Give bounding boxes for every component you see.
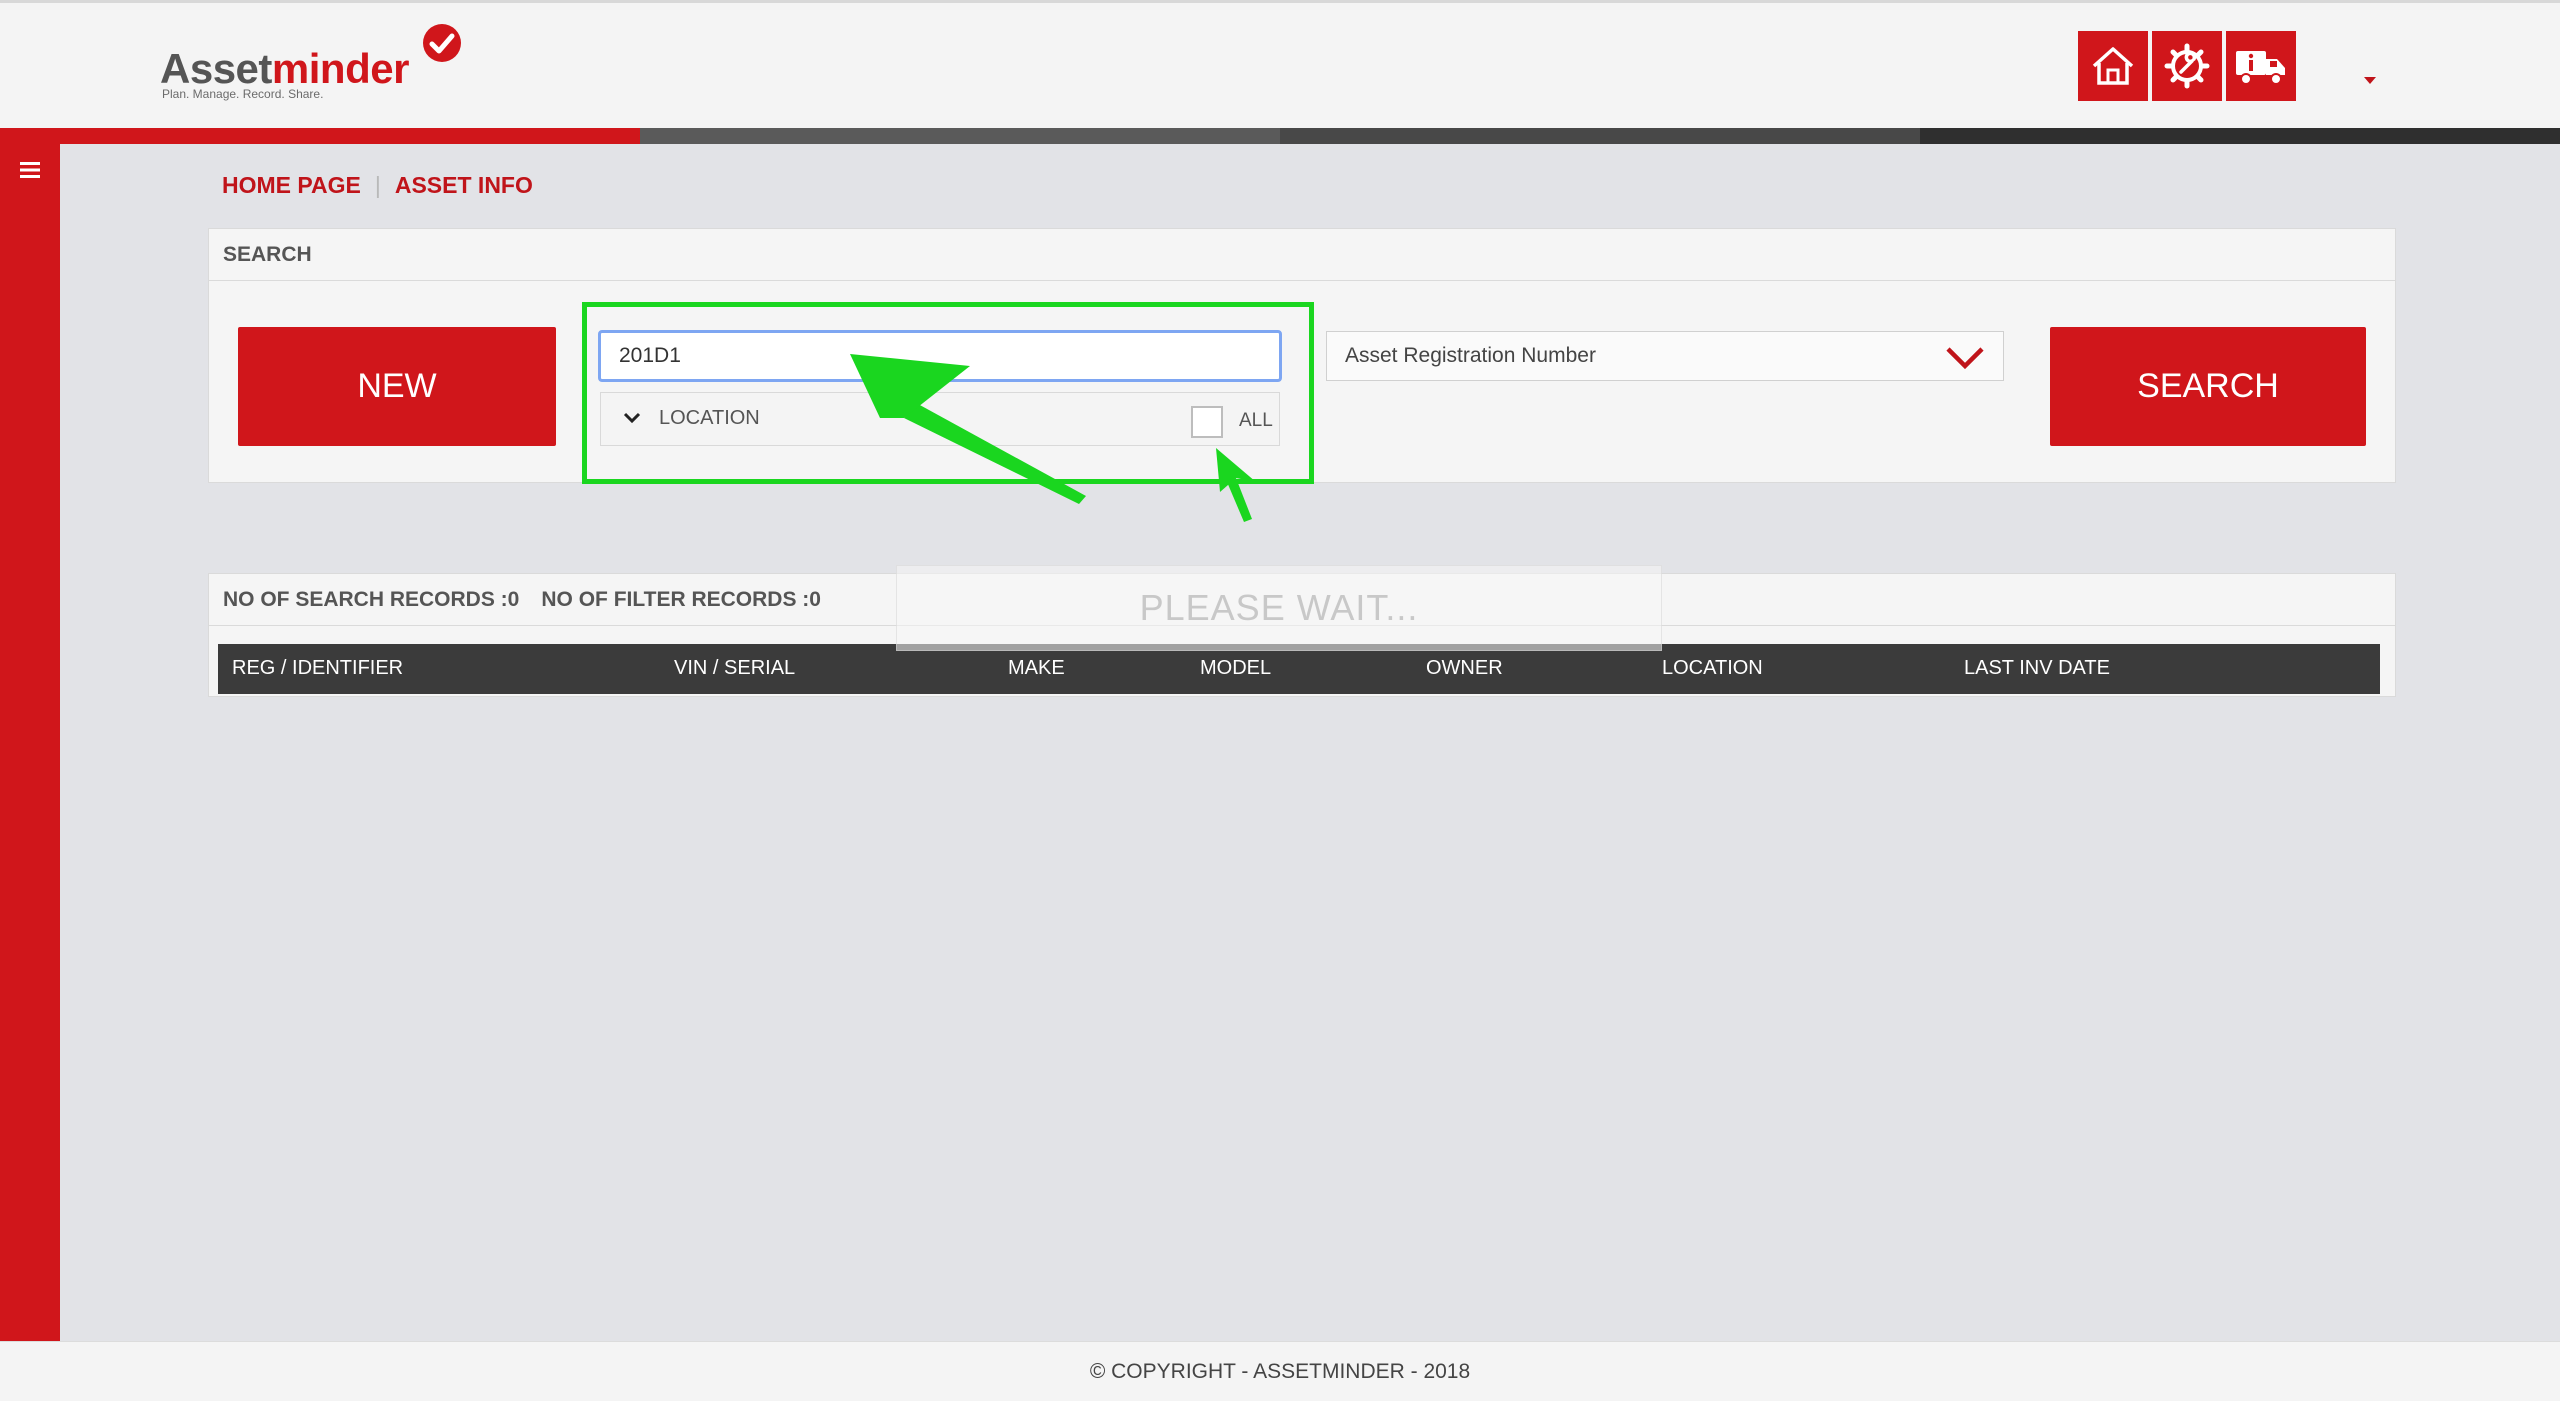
breadcrumb-separator: | <box>374 172 381 198</box>
logo-brand-minder: minder <box>271 45 410 92</box>
results-table-header: REG / IDENTIFIER VIN / SERIAL MAKE MODEL… <box>218 644 2380 694</box>
assetminder-logo[interactable]: Assetminder Plan. Manage. Record. Share. <box>160 23 470 103</box>
check-badge-icon <box>423 24 461 62</box>
search-field-select-value: Asset Registration Number <box>1345 344 1596 367</box>
search-input[interactable] <box>598 330 1282 382</box>
column-header-vin-serial[interactable]: VIN / SERIAL <box>674 657 795 680</box>
footer-copyright: © COPYRIGHT - ASSETMINDER - 2018 <box>0 1341 2560 1401</box>
column-header-reg-identifier[interactable]: REG / IDENTIFIER <box>232 657 403 680</box>
header-progress-strip <box>0 128 2560 144</box>
search-button[interactable]: SEARCH <box>2050 327 2366 446</box>
all-locations-label: ALL <box>1239 410 1273 431</box>
gear-wrench-icon <box>2164 43 2210 89</box>
logo-tagline: Plan. Manage. Record. Share. <box>162 87 324 101</box>
hamburger-menu-icon[interactable] <box>18 160 42 180</box>
search-field-select[interactable]: Asset Registration Number <box>1326 331 2004 381</box>
asset-info-button[interactable] <box>2226 31 2296 101</box>
location-filter[interactable]: LOCATION ALL <box>600 392 1280 446</box>
breadcrumb-home-link[interactable]: HOME PAGE <box>222 172 361 199</box>
filter-records-count: NO OF FILTER RECORDS :0 <box>541 587 821 611</box>
column-header-model[interactable]: MODEL <box>1200 657 1271 680</box>
column-header-location[interactable]: LOCATION <box>1662 657 1763 680</box>
all-locations-checkbox[interactable] <box>1191 406 1223 438</box>
column-header-last-inv-date[interactable]: LAST INV DATE <box>1964 657 2110 680</box>
column-header-owner[interactable]: OWNER <box>1426 657 1503 680</box>
search-panel-title: SEARCH <box>209 229 2395 281</box>
location-label: LOCATION <box>659 407 760 429</box>
new-button[interactable]: NEW <box>238 327 556 446</box>
sidebar <box>0 144 60 1341</box>
user-menu-caret[interactable] <box>2364 77 2376 84</box>
home-icon <box>2092 47 2134 85</box>
chevron-down-icon[interactable] <box>1945 346 1985 370</box>
app-header: Assetminder Plan. Manage. Record. Share. <box>0 0 2560 128</box>
please-wait-overlay: PLEASE WAIT... <box>896 565 1662 651</box>
truck-info-icon <box>2236 51 2285 85</box>
annotation-arrows <box>850 354 1256 522</box>
column-header-make[interactable]: MAKE <box>1008 657 1065 680</box>
search-records-count: NO OF SEARCH RECORDS :0 <box>223 587 520 611</box>
home-button[interactable] <box>2078 31 2148 101</box>
breadcrumb-current[interactable]: ASSET INFO <box>395 172 533 199</box>
logo-brand-asset: Asset <box>160 45 272 92</box>
breadcrumb: HOME PAGE | ASSET INFO <box>222 172 533 199</box>
settings-button[interactable] <box>2152 31 2222 101</box>
chevron-down-icon[interactable] <box>623 411 641 425</box>
